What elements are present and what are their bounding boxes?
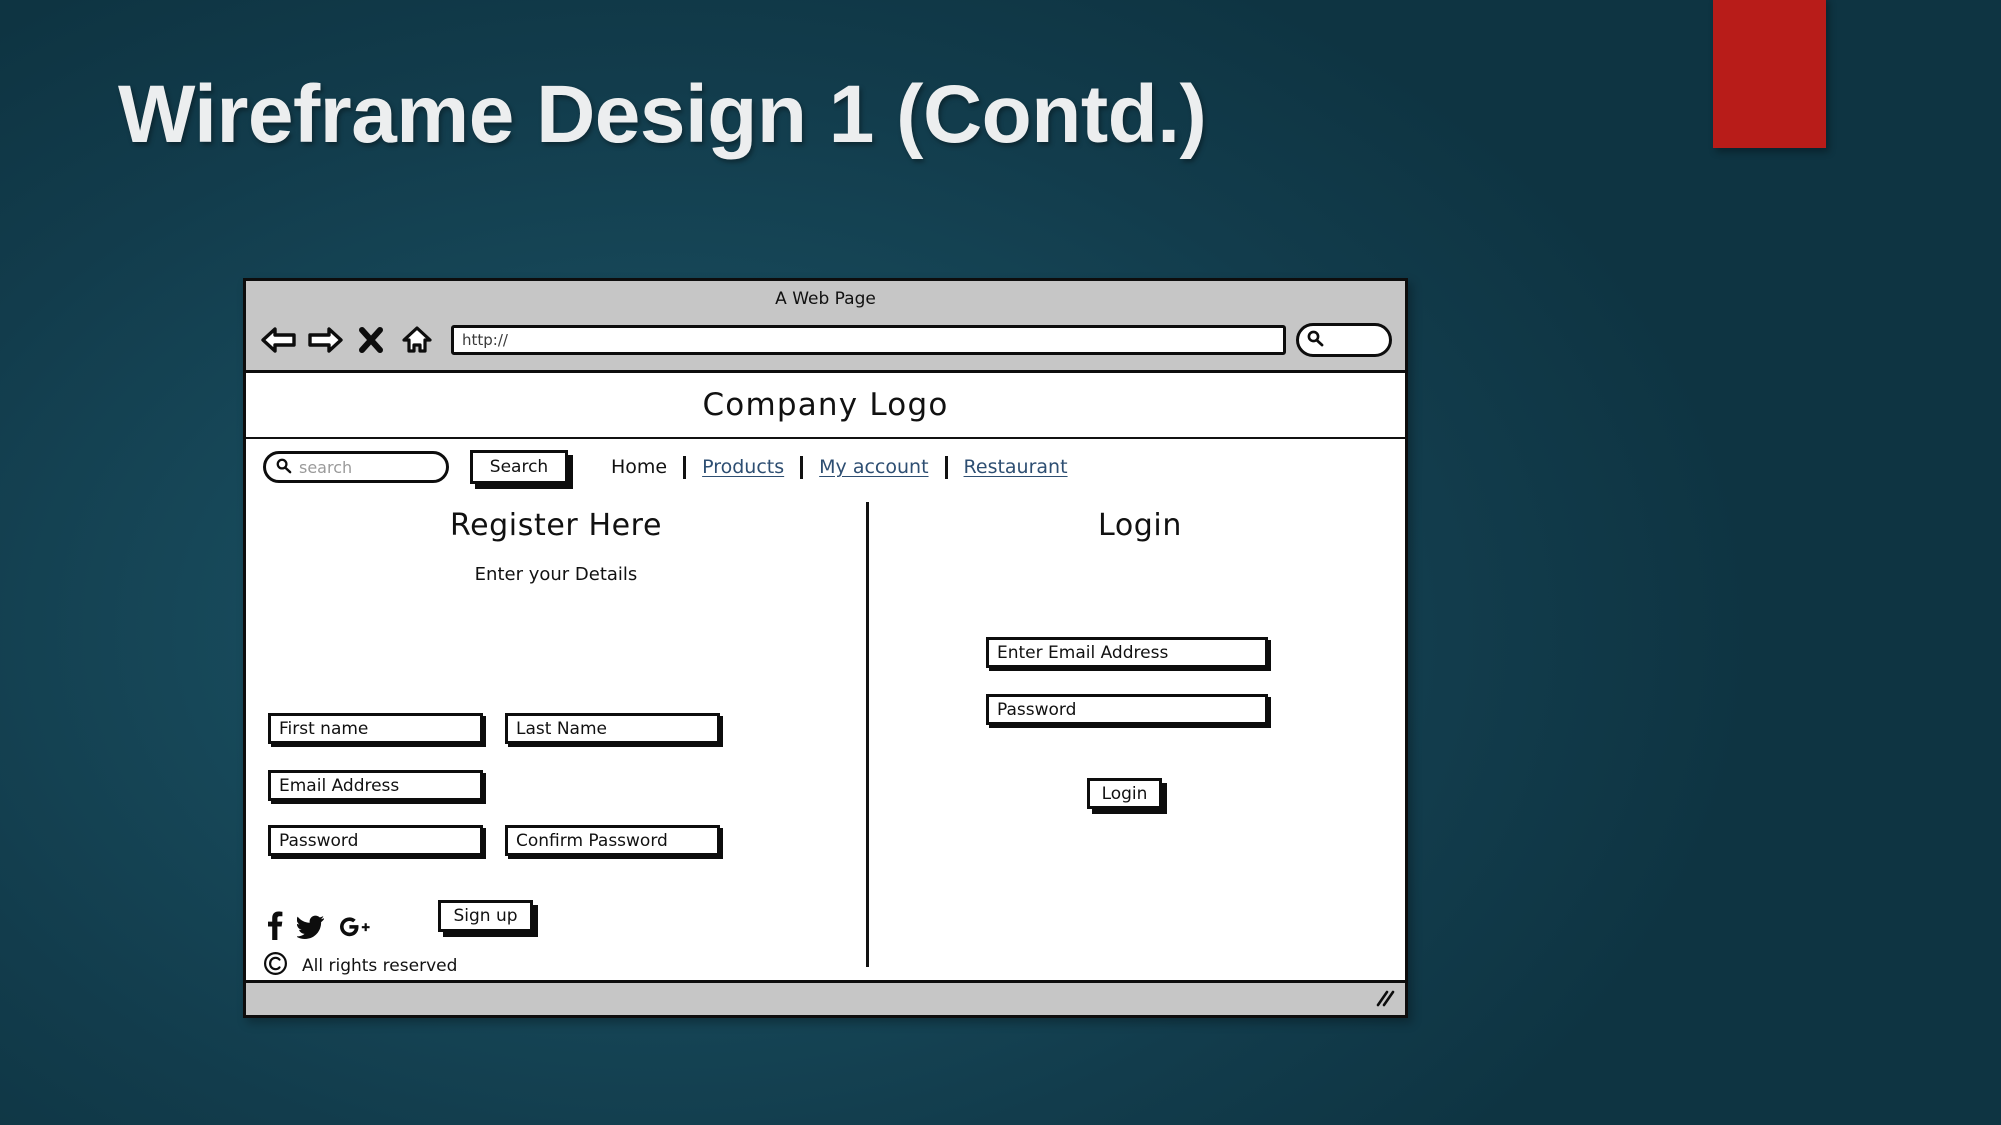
nav-link-home[interactable]: Home	[611, 456, 667, 478]
forward-arrow-icon[interactable]	[305, 323, 345, 357]
site-header: Company Logo	[246, 373, 1405, 439]
last-name-input[interactable]: Last Name	[505, 713, 720, 744]
browser-toolbar: http://	[246, 316, 1405, 364]
email-input[interactable]: Email Address	[268, 770, 483, 801]
rights-text: All rights reserved	[302, 955, 458, 976]
browser-window-wireframe: A Web Page http:// Company Logo search S…	[243, 278, 1408, 1018]
google-plus-icon[interactable]	[338, 914, 372, 944]
slide-canvas: Wireframe Design 1 (Contd.) A Web Page h…	[0, 0, 2001, 1125]
facebook-icon[interactable]	[264, 910, 284, 944]
copyright-icon	[263, 951, 288, 980]
login-email-input[interactable]: Enter Email Address	[986, 637, 1268, 668]
search-placeholder: search	[299, 457, 353, 477]
nav-link-restaurant[interactable]: Restaurant	[964, 456, 1068, 478]
copyright-row: All rights reserved	[263, 951, 457, 980]
password-input[interactable]: Password	[268, 825, 483, 856]
browser-search-input[interactable]	[1296, 323, 1392, 357]
browser-status-bar	[246, 980, 1405, 1015]
register-panel: Register Here Enter your Details First n…	[246, 495, 866, 980]
company-logo: Company Logo	[702, 387, 949, 423]
page-title: Wireframe Design 1 (Contd.)	[118, 69, 1207, 160]
register-subheading: Enter your Details	[474, 564, 638, 585]
register-heading: Register Here	[450, 508, 662, 543]
nav-link-products[interactable]: Products	[702, 456, 784, 478]
magnifier-icon	[275, 457, 292, 478]
login-panel: Login Enter Email Address Password Login	[869, 495, 1411, 980]
url-input[interactable]: http://	[451, 325, 1286, 355]
email-field-row: Email Address	[268, 770, 483, 801]
resize-grip-icon[interactable]	[1374, 989, 1396, 1011]
first-name-input[interactable]: First name	[268, 713, 483, 744]
social-links	[264, 910, 372, 944]
name-field-row: First name Last Name	[268, 713, 720, 744]
close-x-icon[interactable]	[351, 323, 391, 357]
magnifier-icon	[1306, 329, 1324, 351]
nav-separator	[683, 455, 687, 479]
search-button[interactable]: Search	[470, 450, 568, 484]
nav-link-my-account[interactable]: My account	[819, 456, 928, 478]
nav-separator	[944, 455, 948, 479]
login-heading: Login	[1098, 508, 1182, 543]
page-content: Company Logo search Search Home Products…	[246, 373, 1405, 980]
browser-window-title: A Web Page	[775, 289, 876, 309]
site-nav-bar: search Search Home Products My account R…	[246, 439, 1405, 495]
browser-chrome: A Web Page http://	[246, 281, 1405, 373]
home-icon[interactable]	[397, 323, 437, 357]
accent-rectangle	[1713, 0, 1826, 148]
back-arrow-icon[interactable]	[259, 323, 299, 357]
sign-up-button[interactable]: Sign up	[438, 900, 533, 932]
twitter-icon[interactable]	[295, 914, 325, 944]
nav-links: Home Products My account Restaurant	[611, 455, 1068, 479]
confirm-password-input[interactable]: Confirm Password	[505, 825, 720, 856]
password-field-row: Password Confirm Password	[268, 825, 720, 856]
search-input[interactable]: search	[263, 451, 449, 483]
url-text: http://	[462, 331, 508, 349]
login-button[interactable]: Login	[1087, 778, 1162, 809]
main-split-area: Register Here Enter your Details First n…	[246, 495, 1405, 980]
login-password-input[interactable]: Password	[986, 694, 1268, 725]
nav-separator	[800, 455, 804, 479]
